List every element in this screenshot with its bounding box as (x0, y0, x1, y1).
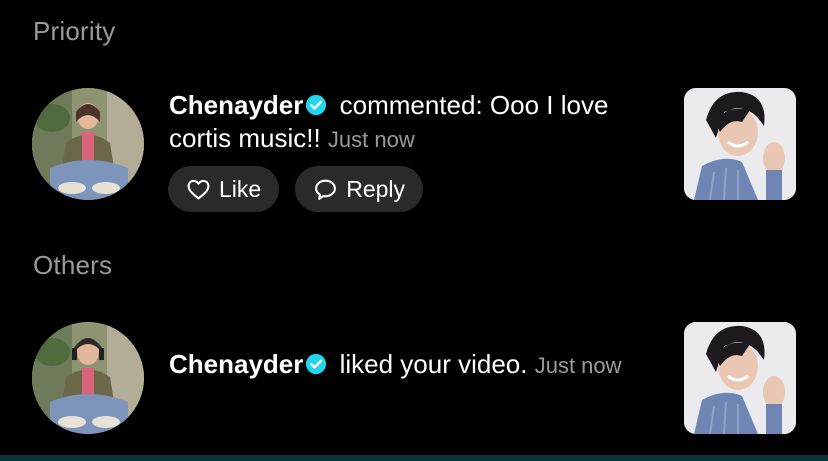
reply-label: Reply (346, 175, 406, 202)
timestamp: Just now (327, 127, 415, 152)
avatar[interactable] (32, 88, 144, 200)
notifications-screen: Priority Chenayder commented: Ooo I love… (0, 0, 828, 461)
comment-actions: Like Reply (168, 166, 424, 212)
video-thumbnail-image (684, 322, 796, 434)
username[interactable]: Chenayder (169, 90, 303, 120)
section-title-others: Others (33, 250, 113, 280)
bottom-divider (0, 455, 828, 461)
notification-item[interactable]: Chenayder liked your video. Just now (0, 322, 828, 437)
notification-message: liked your video. (332, 349, 535, 379)
like-label: Like (219, 175, 262, 202)
video-thumbnail[interactable] (684, 322, 796, 434)
verified-check-badge-icon (306, 94, 327, 116)
avatar-image (32, 322, 144, 434)
avatar[interactable] (32, 322, 144, 434)
like-button[interactable]: Like (168, 166, 280, 212)
speech-bubble-icon (315, 179, 337, 200)
notification-text: Chenayder liked your video. Just now (169, 348, 659, 382)
avatar-image (32, 88, 144, 200)
verified-check-badge-icon (306, 353, 327, 375)
video-thumbnail[interactable] (684, 88, 796, 200)
notification-item[interactable]: Chenayder commented: Ooo I love cortis m… (0, 88, 828, 228)
timestamp: Just now (534, 353, 622, 378)
heart-outline-icon (187, 179, 210, 199)
section-title-priority: Priority (33, 16, 116, 46)
reply-button[interactable]: Reply (295, 166, 424, 212)
video-thumbnail-image (684, 88, 796, 200)
username[interactable]: Chenayder (169, 349, 303, 379)
notification-text: Chenayder commented: Ooo I love cortis m… (169, 89, 659, 156)
